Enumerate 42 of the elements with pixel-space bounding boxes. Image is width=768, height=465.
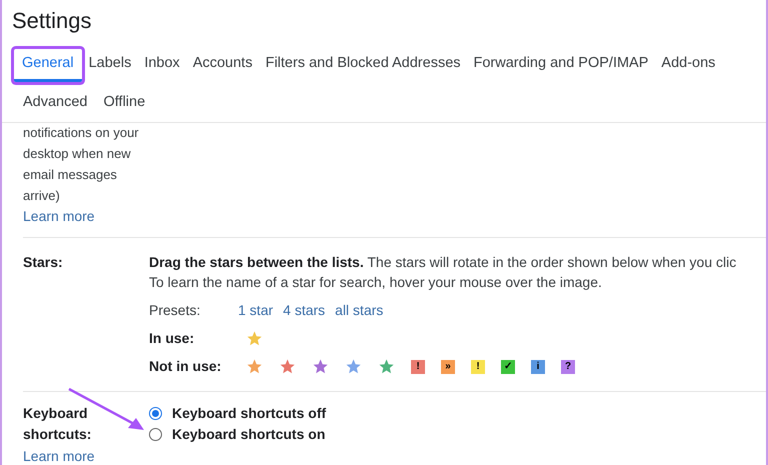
star-icon[interactable] (246, 358, 263, 375)
radio-button[interactable] (149, 428, 162, 440)
marker-icon[interactable]: i (531, 360, 545, 374)
page-title: Settings (11, 7, 92, 35)
tab[interactable]: General (14, 49, 82, 82)
setting-label: Stars: (23, 252, 64, 272)
description-text: arrive) (23, 186, 61, 205)
learn-more-link[interactable]: Learn more (23, 208, 95, 224)
star-icon[interactable] (246, 330, 263, 347)
tab[interactable]: Inbox (138, 49, 186, 82)
not-in-use-label: Not in use: (149, 357, 222, 376)
description-text: desktop when new (23, 144, 132, 163)
star-icon[interactable] (345, 358, 362, 375)
marker-icon[interactable]: » (441, 360, 455, 374)
marker-icon[interactable]: ! (471, 360, 485, 374)
stars-description: Drag the stars between the lists. The stars will rotate in the order shown below when you clic (149, 252, 736, 272)
preset-link[interactable]: 1 star (238, 300, 274, 321)
setting-label: Keyboard shortcuts: (23, 404, 92, 444)
marker-icon[interactable]: ? (561, 360, 575, 374)
marker-icon[interactable]: ! (411, 360, 425, 374)
tab[interactable]: Accounts (186, 49, 258, 82)
in-use-label: In use: (149, 329, 196, 348)
tab[interactable]: Filters and Blocked Addresses (259, 49, 467, 82)
radio-label[interactable]: Keyboard shortcuts on (172, 424, 326, 444)
description-text: email messages (23, 166, 118, 184)
star-icon[interactable] (378, 358, 395, 375)
marker-icon[interactable]: ✓ (501, 360, 515, 374)
radio-label[interactable]: Keyboard shortcuts off (172, 402, 326, 424)
radio-button[interactable] (149, 406, 162, 420)
star-icon[interactable] (279, 358, 296, 375)
preset-link[interactable]: all stars (335, 300, 384, 321)
preset-link[interactable]: 4 stars (283, 300, 326, 321)
description-text: notifications on your (23, 124, 140, 142)
tab[interactable]: Offline (98, 88, 152, 120)
tab[interactable]: Forwarding and POP/IMAP (468, 49, 654, 82)
tab[interactable]: Advanced (17, 88, 94, 120)
learn-more-link[interactable]: Learn more (23, 448, 95, 464)
tab[interactable]: Labels (82, 49, 138, 82)
presets-label: Presets: (149, 301, 202, 320)
star-icon[interactable] (312, 358, 329, 375)
tab[interactable]: Add-ons (655, 49, 722, 82)
stars-hint: To learn the name of a star for search, hover your mouse over the image. (149, 272, 603, 292)
